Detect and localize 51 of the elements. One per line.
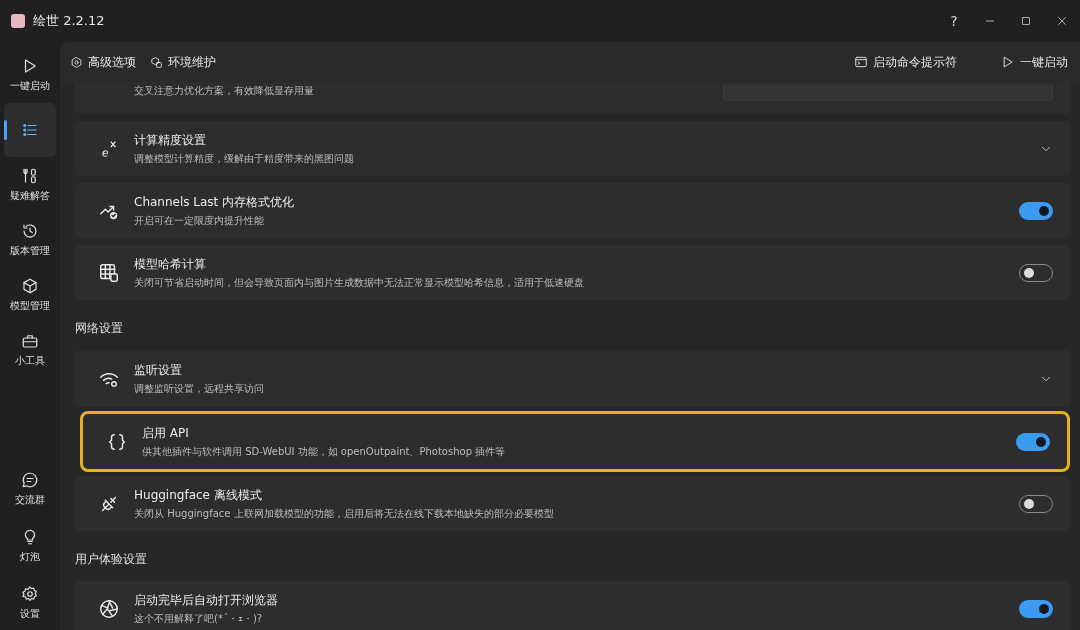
- setting-description: 调整模型计算精度，缓解由于精度带来的黑图问题: [134, 151, 355, 166]
- settings-icon: [70, 55, 83, 69]
- toolbar-button[interactable]: 启动命令提示符: [852, 49, 959, 75]
- app-logo-icon: [11, 14, 25, 28]
- setting-description: 供其他插件与软件调用 SD-WebUI 功能，如 openOutpaint、Photoshop 插件等: [142, 444, 507, 459]
- toolbar-tab[interactable]: 高级选项: [68, 49, 138, 75]
- setting-title: 启动完毕后自动打开浏览器: [134, 591, 279, 609]
- table-icon: [98, 261, 120, 284]
- nav-item[interactable]: 疑难解答: [4, 158, 56, 212]
- setting-title: 启用 API: [142, 424, 190, 442]
- setting-title: 监听设置: [134, 361, 183, 379]
- terminal-icon: [854, 55, 868, 69]
- toggle-switch[interactable]: [1016, 432, 1050, 451]
- setting-description: 交叉注意力优化方案，有效降低显存用量: [134, 84, 315, 98]
- aperture-icon: [98, 597, 120, 620]
- help-button[interactable]: ?: [936, 13, 972, 29]
- settings-icon: [21, 585, 39, 603]
- wrench-screwdriver-icon: [21, 167, 39, 185]
- setting-title: Channels Last 内存格式优化: [134, 193, 296, 211]
- nav-item[interactable]: 模型管理: [4, 268, 56, 322]
- setting-title: 模型哈希计算: [134, 255, 207, 273]
- setting-description: 调整监听设置，远程共享访问: [134, 381, 265, 396]
- setting-description: 关闭可节省启动时间，但会导致页面内与图片生成数据中无法正常显示模型哈希信息，适用于低速硬盘: [134, 275, 585, 290]
- nav-item[interactable]: 设置: [4, 576, 56, 630]
- setting-description: 关闭从 Huggingface 上联网加载模型的功能，启用后将无法在线下载本地缺失的部分必要模型: [134, 506, 555, 521]
- cube-icon: [21, 277, 39, 295]
- list-icon: [21, 121, 39, 139]
- nav-item[interactable]: 交流群: [4, 462, 56, 516]
- setting-description: 开启可在一定限度内提升性能: [134, 213, 265, 228]
- close-icon[interactable]: [1056, 15, 1068, 27]
- toolbar-tab[interactable]: 环境维护: [148, 49, 218, 75]
- nav-item[interactable]: 灯泡: [4, 519, 56, 573]
- play-icon: [1001, 55, 1015, 69]
- nav-item[interactable]: [4, 103, 56, 157]
- section-heading: 网络设置: [75, 320, 124, 337]
- boxes-icon: [150, 55, 163, 69]
- maximize-icon[interactable]: [1020, 15, 1032, 27]
- toolbar-button[interactable]: 一键启动: [999, 49, 1070, 75]
- setting-description: 这个不用解释了吧(*´・ｪ・)?: [134, 611, 264, 626]
- toggle-switch[interactable]: [1019, 201, 1053, 220]
- chat-icon: [21, 471, 39, 489]
- window-title: 绘世 2.2.12: [33, 12, 105, 30]
- nav-item[interactable]: 一键启动: [4, 48, 56, 102]
- nav-item[interactable]: 版本管理: [4, 213, 56, 267]
- nav-item[interactable]: 小工具: [4, 323, 56, 377]
- toggle-switch[interactable]: [1019, 599, 1053, 618]
- history-icon: [21, 222, 39, 240]
- setting-title: 计算精度设置: [134, 131, 207, 149]
- setting-title: Huggingface 离线模式: [134, 486, 263, 504]
- toolbox-icon: [21, 332, 39, 350]
- section-heading: 用户体验设置: [75, 551, 148, 568]
